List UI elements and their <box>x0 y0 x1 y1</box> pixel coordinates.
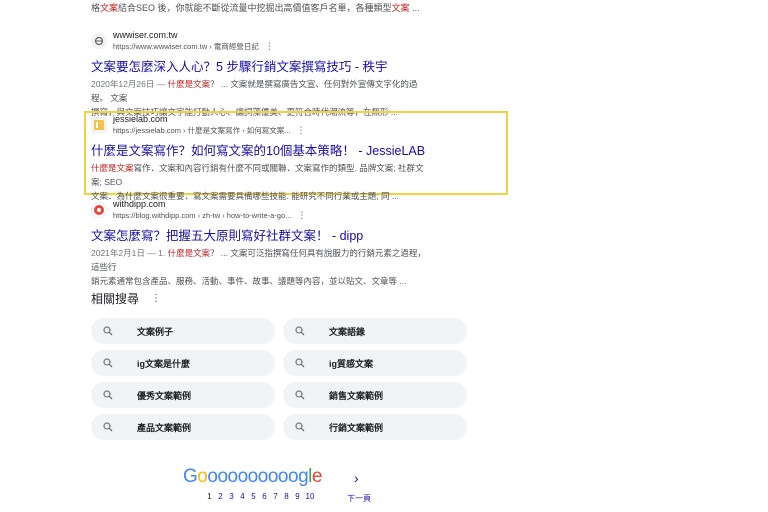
result-site-header[interactable]: wwwiser.com.tw https://www.wwwiser.com.t… <box>91 30 431 52</box>
result-site-header[interactable]: jessielab.com https://jessielab.com › 什麼… <box>91 114 431 136</box>
search-icon <box>103 422 113 432</box>
pagination: Goooooooooogle › 1 2 3 4 5 6 7 8 9 10 下一… <box>183 466 371 503</box>
search-result-wwwiser: wwwiser.com.tw https://www.wwwiser.com.t… <box>91 30 431 119</box>
search-icon <box>295 326 305 336</box>
result-site-name: withdipp.com <box>113 199 166 209</box>
chevron-right-icon[interactable]: › <box>354 470 359 486</box>
related-search-chip[interactable]: 行銷文案範例 <box>283 414 467 440</box>
related-searches-heading: 相關搜尋 ⋮ <box>91 292 162 306</box>
page-number-link[interactable]: 7 <box>271 492 280 501</box>
related-search-chip[interactable]: ig文案是什麼 <box>91 350 275 376</box>
result-title-link[interactable]: 文案要怎麼深入人心？5 步驟行銷文案撰寫技巧 - 秩宇 <box>91 56 431 75</box>
result-title-link[interactable]: 文案怎麼寫？把握五大原則寫好社群文案！ - dipp <box>91 225 431 244</box>
search-result-jessielab: jessielab.com https://jessielab.com › 什麼… <box>91 114 431 203</box>
result-snippet: 什麼是文案寫作．文案和內容行銷有什麼不同或關聯．文案寫作的類型. 品牌文案; 社… <box>91 163 424 201</box>
wwwiser-favicon-icon <box>91 33 107 49</box>
search-result-withdipp: withdipp.com https://blog.withdipp.com ›… <box>91 199 431 288</box>
result-site-header[interactable]: withdipp.com https://blog.withdipp.com ›… <box>91 199 431 221</box>
page-number-link[interactable]: 10 <box>304 492 316 501</box>
related-search-chip[interactable]: 優秀文案範例 <box>91 382 275 408</box>
result-snippet: 2021年2月1日 — 1. 什麼是文案？ ... 文案可泛指撰寫任何具有說服力… <box>91 248 426 286</box>
page-number-link[interactable]: 5 <box>249 492 258 501</box>
google-pagination-logo: Goooooooooogle <box>183 466 322 487</box>
more-options-icon[interactable]: ⋮ <box>151 293 161 304</box>
search-icon <box>103 326 113 336</box>
result-url: https://www.wwwiser.com.tw › 電商經營日記 <box>113 42 259 51</box>
related-search-chip[interactable]: 文案語錄 <box>283 318 467 344</box>
more-options-icon[interactable]: ⋮ <box>265 41 274 52</box>
search-icon <box>295 358 305 368</box>
jessielab-favicon-icon <box>91 117 107 133</box>
page-number-link[interactable]: 3 <box>227 492 236 501</box>
search-icon <box>295 390 305 400</box>
search-icon <box>295 422 305 432</box>
more-options-icon[interactable]: ⋮ <box>297 125 306 136</box>
related-search-chip[interactable]: 銷售文案範例 <box>283 382 467 408</box>
search-icon <box>103 358 113 368</box>
page-number-link[interactable]: 8 <box>282 492 291 501</box>
previous-result-snippet: 格文案結合SEO 後，你就能不斷從流量中挖掘出高價值客戶名單，各種類型文案 ..… <box>91 3 420 13</box>
page-number-link[interactable]: 9 <box>293 492 302 501</box>
page-number-link[interactable]: 2 <box>216 492 225 501</box>
page-number-current: 1 <box>207 492 212 501</box>
next-page-link[interactable]: 下一頁 <box>347 493 371 504</box>
result-site-name: wwwiser.com.tw <box>113 30 178 40</box>
page-numbers: 1 2 3 4 5 6 7 8 9 10 <box>205 492 316 501</box>
result-title-link[interactable]: 什麼是文案寫作？如何寫文案的10個基本策略！ - JessieLAB <box>91 140 431 159</box>
page-number-link[interactable]: 6 <box>260 492 269 501</box>
result-url: https://blog.withdipp.com › zh-tw › how-… <box>113 211 292 220</box>
result-url: https://jessielab.com › 什麼是文案寫作 › 如何寫文案.… <box>113 126 291 135</box>
related-search-chip[interactable]: ig質感文案 <box>283 350 467 376</box>
page-number-link[interactable]: 4 <box>238 492 247 501</box>
search-icon <box>103 390 113 400</box>
result-site-name: jessielab.com <box>113 114 168 124</box>
related-search-chip[interactable]: 產品文案範例 <box>91 414 275 440</box>
more-options-icon[interactable]: ⋮ <box>297 210 306 221</box>
dipp-favicon-icon <box>91 202 107 218</box>
related-search-chip[interactable]: 文案例子 <box>91 318 275 344</box>
